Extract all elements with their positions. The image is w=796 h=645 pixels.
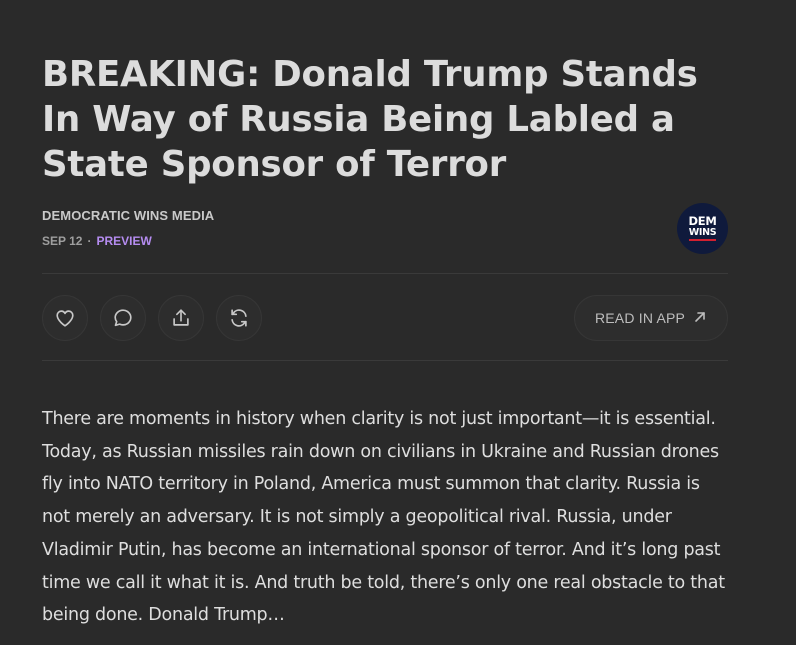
publication-name[interactable]: DEMOCRATIC WINS MEDIA: [42, 208, 214, 223]
comment-bubble-icon: [112, 307, 134, 329]
restack-button[interactable]: [216, 295, 262, 341]
meta-separator: ·: [87, 234, 92, 248]
post-actions-bar: READ IN APP: [42, 295, 728, 341]
share-button[interactable]: [158, 295, 204, 341]
avatar-text-line2: WINS: [688, 227, 717, 238]
heart-icon: [54, 307, 76, 329]
comment-button[interactable]: [100, 295, 146, 341]
post-body-preview: There are moments in history when clarit…: [42, 409, 725, 626]
arrow-up-right-icon: [693, 310, 707, 327]
post-byline: DEMOCRATIC WINS MEDIA SEP 12 · PREVIEW DEM…: [42, 203, 728, 258]
preview-badge: PREVIEW: [96, 234, 152, 248]
read-in-app-button[interactable]: READ IN APP: [574, 295, 728, 341]
avatar-text-line1: DEM: [688, 214, 717, 228]
divider-top: [42, 273, 728, 274]
avatar-stripe: [689, 239, 716, 241]
read-in-app-label: READ IN APP: [594, 310, 686, 326]
post-title: BREAKING: Donald Trump Stands In Way of …: [42, 54, 698, 185]
divider-bottom: [42, 360, 728, 361]
publication-avatar[interactable]: DEM WINS: [677, 203, 728, 254]
like-button[interactable]: [42, 295, 88, 341]
post-meta: SEP 12 · PREVIEW: [42, 234, 152, 248]
post-date: SEP 12: [42, 234, 83, 248]
share-upload-icon: [170, 307, 192, 329]
restack-refresh-icon: [228, 307, 250, 329]
